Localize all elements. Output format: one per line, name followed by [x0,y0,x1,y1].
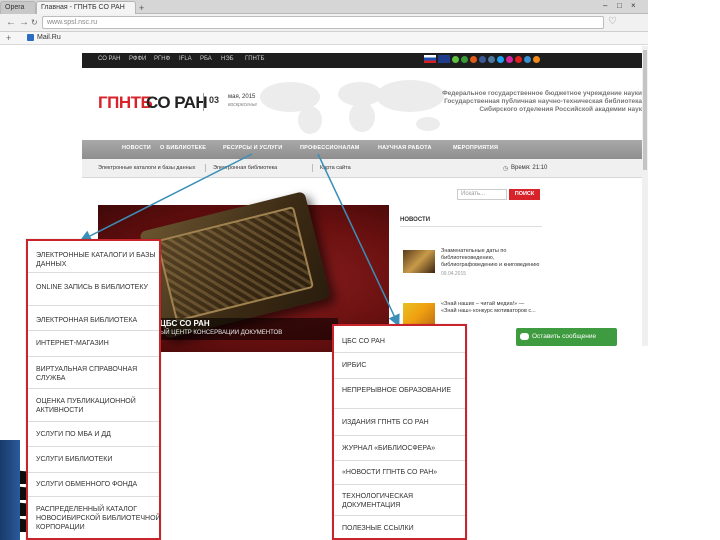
menu-item-publication-activity[interactable]: ОЦЕНКА ПУБЛИКАЦИОННОЙ АКТИВНОСТИ [36,397,161,415]
menu-item-tech-docs[interactable]: ТЕХНОЛОГИЧЕСКАЯ ДОКУМЕНТАЦИЯ [342,492,467,510]
menu-item-irbis[interactable]: ИРБИС [342,361,467,370]
menu-item-online-registration[interactable]: ONLINE ЗАПИСЬ В БИБЛИОТЕКУ [36,283,161,292]
menu-item-distributed-catalog[interactable]: РАСПРЕДЕЛЕННЫЙ КАТАЛОГ НОВОСИБИРСКОЙ БИБ… [36,505,161,532]
menu-divider [28,446,159,447]
menu-divider [28,388,159,389]
menu-divider [334,435,465,436]
menu-divider [334,378,465,379]
menu-divider [334,352,465,353]
menu-divider [28,356,159,357]
menu-item-publications[interactable]: ИЗДАНИЯ ГПНТБ СО РАН [342,418,467,427]
menu-item-library-services[interactable]: УСЛУГИ БИБЛИОТЕКИ [36,455,161,464]
menu-item-exchange-fund[interactable]: УСЛУГИ ОБМЕННОГО ФОНДА [36,480,161,489]
arrow-resources [79,153,253,242]
menu-divider [334,460,465,461]
slide: Opera Главная - ГПНТБ СО РАН + – □ × ← →… [0,0,720,540]
menu-divider [334,484,465,485]
menu-item-elibrary[interactable]: ЭЛЕКТРОННАЯ БИБЛИОТЕКА [36,316,161,325]
resources-menu-panel: ЭЛЕКТРОННЫЕ КАТАЛОГИ И БАЗЫ ДАННЫХ ONLIN… [26,239,161,540]
menu-divider [334,515,465,516]
menu-divider [28,272,159,273]
menu-divider [28,496,159,497]
menu-divider [28,305,159,306]
menu-item-mba-dd[interactable]: УСЛУГИ ПО МБА И ДД [36,430,161,439]
menu-divider [28,472,159,473]
professionals-menu-panel: ЦБС СО РАН ИРБИС НЕПРЕРЫВНОЕ ОБРАЗОВАНИЕ… [332,324,467,540]
menu-divider [334,408,465,409]
menu-item-continuing-education[interactable]: НЕПРЕРЫВНОЕ ОБРАЗОВАНИЕ [342,386,467,395]
menu-item-news-gpntb[interactable]: «НОВОСТИ ГПНТБ СО РАН» [342,468,467,477]
menu-item-cbs[interactable]: ЦБС СО РАН [342,337,467,346]
arrow-professionals [317,153,400,327]
menu-item-eshop[interactable]: ИНТЕРНЕТ-МАГАЗИН [36,339,161,348]
menu-item-catalogs[interactable]: ЭЛЕКТРОННЫЕ КАТАЛОГИ И БАЗЫ ДАННЫХ [36,251,161,269]
menu-divider [28,421,159,422]
menu-item-bibliosphere[interactable]: ЖУРНАЛ «БИБЛИОСФЕРА» [342,444,467,453]
menu-item-useful-links[interactable]: ПОЛЕЗНЫЕ ССЫЛКИ [342,524,467,533]
menu-item-virtual-reference[interactable]: ВИРТУАЛЬНАЯ СПРАВОЧНАЯ СЛУЖБА [36,365,161,383]
menu-divider [28,330,159,331]
